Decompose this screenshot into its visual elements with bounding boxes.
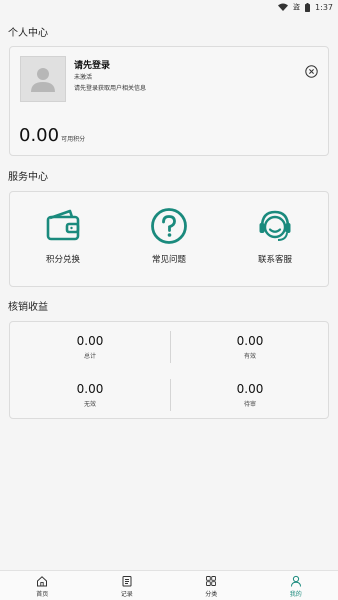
earnings-card: 0.00 总计 0.00 有效 0.00 无效 0.00 待审	[9, 321, 329, 419]
earnings-label: 总计	[83, 353, 96, 360]
record-icon	[122, 576, 132, 587]
close-button[interactable]	[305, 63, 318, 78]
divider	[170, 331, 171, 363]
earnings-title: 核销收益	[8, 302, 48, 313]
earnings-valid: 0.00 有效	[170, 334, 330, 360]
service-label: 常见问题	[151, 255, 186, 265]
earnings-total: 0.00 总计	[10, 334, 170, 360]
status-time: 1:37	[315, 2, 333, 12]
service-contact[interactable]: 联系客服	[235, 207, 315, 265]
home-icon	[37, 576, 48, 587]
personal-center-title: 个人中心	[8, 28, 48, 39]
profile-icon	[290, 575, 301, 587]
status-extra-indicator: 盗	[293, 3, 301, 11]
service-label: 联系客服	[257, 255, 292, 265]
earnings-label: 有效	[243, 353, 256, 360]
tab-label: 分类	[205, 591, 218, 598]
service-faq[interactable]: 常见问题	[129, 207, 209, 265]
earnings-invalid: 0.00 无效	[10, 382, 170, 408]
earnings-pending: 0.00 待审	[170, 382, 330, 408]
login-title[interactable]: 请先登录	[74, 58, 110, 71]
earnings-value: 0.00	[76, 382, 104, 396]
close-icon	[305, 65, 318, 78]
customer-service-icon	[259, 210, 291, 241]
wallet-icon	[46, 209, 80, 241]
tab-label: 我的	[289, 591, 302, 598]
category-icon	[206, 576, 217, 586]
avatar[interactable]	[20, 56, 66, 102]
service-points-exchange[interactable]: 积分兑换	[23, 207, 103, 265]
points-label: 可用积分	[61, 136, 86, 143]
earnings-value: 0.00	[76, 334, 104, 348]
tab-record[interactable]: 记录	[85, 571, 170, 600]
tab-home[interactable]: 首页	[0, 571, 85, 600]
earnings-value: 0.00	[236, 334, 264, 348]
wifi-icon	[278, 3, 289, 11]
service-center-title: 服务中心	[8, 172, 48, 183]
earnings-label: 待审	[243, 401, 256, 408]
earnings-value: 0.00	[236, 382, 264, 396]
profile-card[interactable]: 请先登录 未激活 请先登录获取用户相关信息 0.00 可用积分	[9, 46, 329, 156]
tab-label: 首页	[36, 591, 49, 598]
login-tip: 请先登录获取用户相关信息	[74, 85, 147, 92]
status-bar: 盗 1:37	[0, 0, 338, 14]
tab-profile[interactable]: 我的	[254, 571, 338, 600]
available-points: 0.00 可用积分	[19, 125, 85, 146]
battery-icon	[305, 2, 311, 12]
user-placeholder-icon	[31, 68, 55, 92]
login-status: 未激活	[74, 74, 93, 81]
tab-label: 记录	[120, 591, 133, 598]
earnings-label: 无效	[83, 401, 96, 408]
bottom-nav: 首页 记录 分类 我的	[0, 570, 338, 600]
service-card: 积分兑换 常见问题 联系客服	[9, 191, 329, 287]
service-label: 积分兑换	[45, 255, 80, 265]
divider	[170, 379, 171, 411]
tab-category[interactable]: 分类	[169, 571, 254, 600]
points-value: 0.00	[19, 125, 60, 146]
question-icon	[151, 208, 187, 244]
